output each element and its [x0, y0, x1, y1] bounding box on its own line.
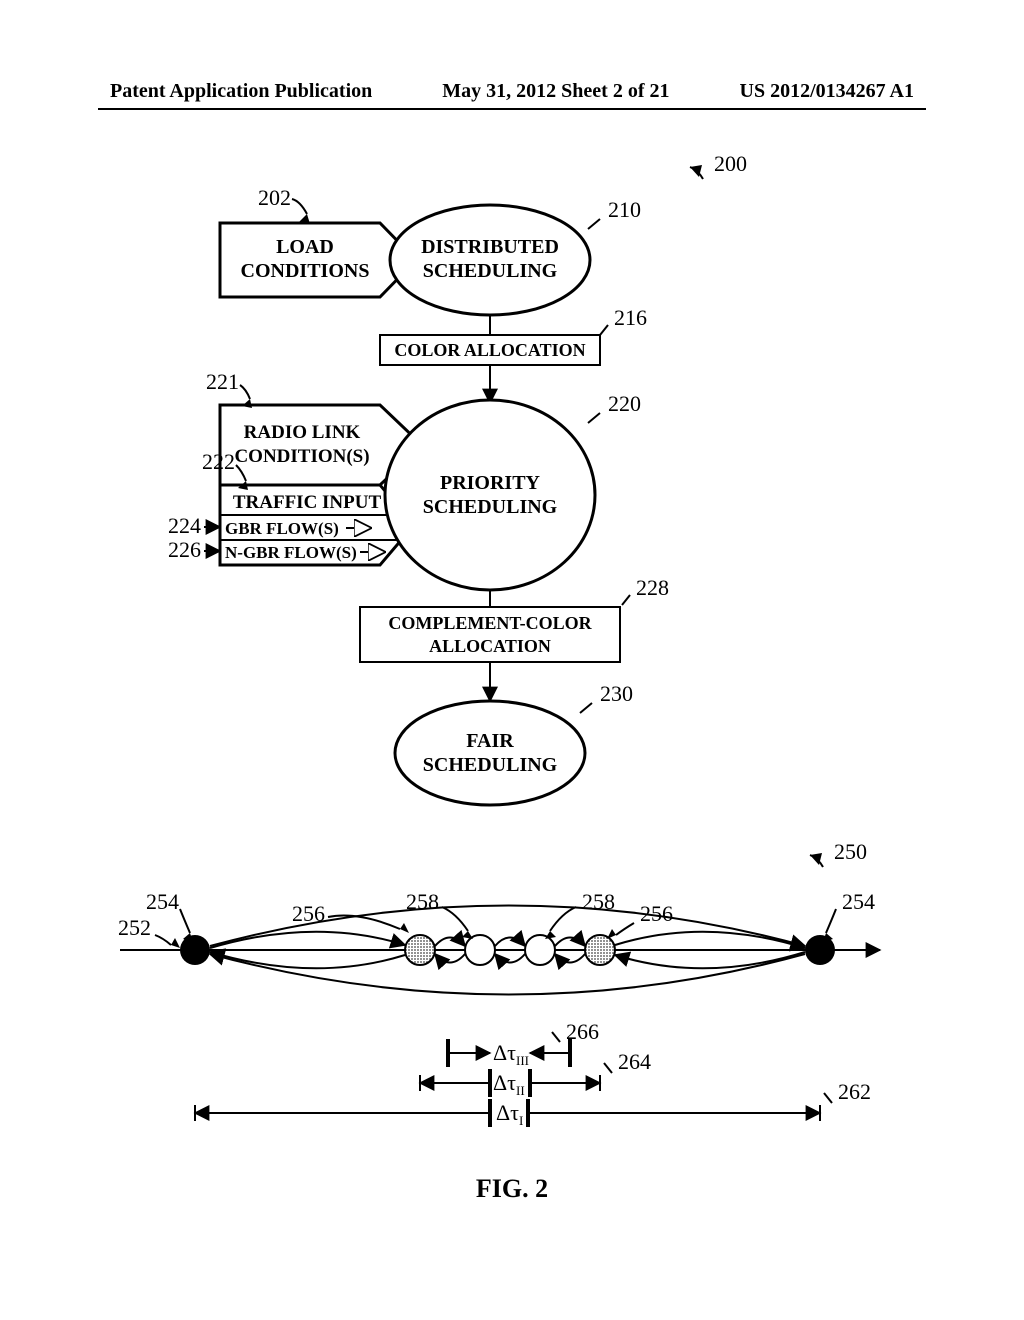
- arc-l1-bot: [210, 952, 405, 968]
- ref-224-text: 224: [168, 513, 201, 538]
- priority-scheduling-ellipse: PRIORITY SCHEDULING: [385, 400, 595, 590]
- node-254-left: [180, 935, 210, 965]
- node-258-left: [465, 935, 495, 965]
- arc-r1-bot: [615, 952, 805, 968]
- ref-202: 202: [258, 185, 310, 224]
- load-conditions-banner: LOAD CONDITIONS: [220, 223, 416, 297]
- radio-line2: CONDITION(S): [234, 446, 369, 467]
- ref-226-text: 226: [168, 537, 201, 562]
- arc-l2-bot: [435, 954, 465, 963]
- ref-220-text: 220: [608, 391, 641, 416]
- ref-262-text: 262: [838, 1079, 871, 1104]
- load-line2: CONDITIONS: [241, 260, 370, 282]
- figure-label: FIG. 2: [0, 1174, 1024, 1204]
- traffic-text: TRAFFIC INPUT: [233, 492, 382, 513]
- arc-outer-bot: [210, 954, 805, 995]
- load-line1: LOAD: [276, 236, 334, 258]
- ref-266-text: 266: [566, 1019, 599, 1044]
- fair-line1: FAIR: [466, 730, 514, 752]
- header-right: US 2012/0134267 A1: [740, 80, 914, 103]
- ref-216-text: 216: [614, 305, 647, 330]
- timescale-264: ΔτII 264: [420, 1049, 651, 1098]
- node-256-left: [405, 935, 435, 965]
- ref-254a-text: 254: [146, 889, 179, 914]
- ref-216: 216: [600, 305, 647, 335]
- node-258-right: [525, 935, 555, 965]
- fair-line2: SCHEDULING: [423, 754, 558, 776]
- ref-224: 224: [168, 513, 220, 538]
- radio-line1: RADIO LINK: [244, 422, 361, 443]
- ref-264-text: 264: [618, 1049, 651, 1074]
- diagram: 200 LOAD CONDITIONS 202 DISTRIBUTED SCHE…: [0, 145, 1024, 1160]
- comp-line2: ALLOCATION: [429, 636, 551, 656]
- ref-221: 221: [206, 369, 252, 408]
- ref-230-text: 230: [600, 681, 633, 706]
- ref-221-text: 221: [206, 369, 239, 394]
- gbr-text: GBR FLOW(S): [225, 519, 339, 538]
- timescale-262: ΔτI 262: [195, 1079, 871, 1128]
- ref-222-text: 222: [202, 449, 235, 474]
- arc-c-top: [495, 938, 525, 947]
- prio-line1: PRIORITY: [440, 472, 541, 494]
- ref-254a: 254: [146, 889, 193, 942]
- ref-210-text: 210: [608, 197, 641, 222]
- ref-254b-text: 254: [842, 889, 875, 914]
- node-256-right: [585, 935, 615, 965]
- dt1-symbol: ΔτI: [496, 1100, 523, 1128]
- ref-256b: 256: [607, 901, 673, 939]
- ref-250: 250: [810, 839, 867, 867]
- dist-line1: DISTRIBUTED: [421, 236, 559, 258]
- fair-scheduling-ellipse: FAIR SCHEDULING: [395, 701, 585, 805]
- ref-200-text: 200: [714, 151, 747, 176]
- ref-250-text: 250: [834, 839, 867, 864]
- ref-230: 230: [580, 681, 633, 713]
- dt2-symbol: ΔτII: [493, 1070, 525, 1098]
- ref-226: 226: [168, 537, 220, 562]
- arc-r2-top: [555, 938, 585, 947]
- color-allocation-box: COLOR ALLOCATION: [380, 335, 600, 365]
- header-rule: [98, 108, 926, 110]
- prio-line2: SCHEDULING: [423, 496, 558, 518]
- header-center: May 31, 2012 Sheet 2 of 21: [442, 80, 669, 103]
- color-alloc-text: COLOR ALLOCATION: [394, 340, 585, 360]
- ref-258a: 258: [406, 889, 473, 939]
- ref-254b: 254: [823, 889, 875, 942]
- comp-line1: COMPLEMENT-COLOR: [388, 613, 592, 633]
- ngbr-text: N-GBR FLOW(S): [225, 543, 357, 562]
- dist-line2: SCHEDULING: [423, 260, 558, 282]
- ref-228-text: 228: [636, 575, 669, 600]
- ref-228: 228: [622, 575, 669, 605]
- arc-l1-top: [210, 932, 405, 948]
- distributed-scheduling-ellipse: DISTRIBUTED SCHEDULING: [390, 205, 590, 315]
- arc-c-bot: [495, 954, 525, 963]
- dt3-symbol: ΔτIII: [493, 1040, 529, 1068]
- arc-l2-top: [435, 938, 465, 947]
- ref-200: 200: [690, 151, 747, 179]
- ref-252-text: 252: [118, 915, 151, 940]
- header-left: Patent Application Publication: [110, 80, 372, 103]
- ref-220: 220: [588, 391, 641, 423]
- arc-r1-top: [615, 932, 805, 948]
- ref-258b: 258: [545, 889, 615, 939]
- ref-210: 210: [588, 197, 641, 229]
- timescale-266: ΔτIII 266: [448, 1019, 599, 1068]
- ref-252: 252: [118, 915, 180, 948]
- arc-r2-bot: [555, 954, 585, 963]
- complement-color-box: COMPLEMENT-COLOR ALLOCATION: [360, 607, 620, 662]
- ref-202-text: 202: [258, 185, 291, 210]
